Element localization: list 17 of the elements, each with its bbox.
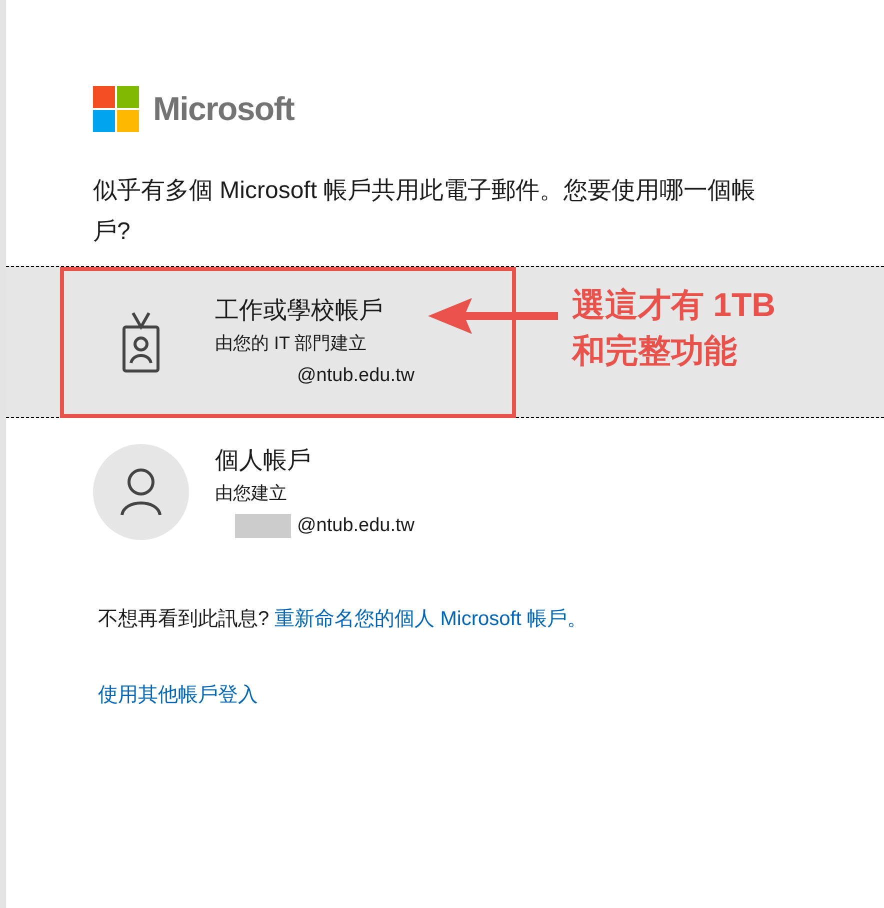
logo-wordmark: Microsoft bbox=[153, 89, 294, 129]
id-badge-icon bbox=[121, 310, 161, 372]
prompt-text: 似乎有多個 Microsoft 帳戶共用此電子郵件。您要使用哪一個帳戶? bbox=[92, 176, 757, 246]
person-icon bbox=[119, 466, 163, 516]
account-title: 工作或學校帳戶 bbox=[215, 296, 384, 326]
account-subtitle: 由您建立 bbox=[215, 482, 288, 504]
rename-account-link[interactable]: 重新命名您的個人 Microsoft 帳戶。 bbox=[274, 608, 587, 630]
account-email: @ntub.edu.tw bbox=[297, 514, 415, 538]
windows-logo-icon bbox=[93, 86, 139, 132]
account-title: 個人帳戶 bbox=[215, 446, 312, 476]
account-email: @ntub.edu.tw bbox=[297, 364, 415, 388]
account-subtitle: 由您的 IT 部門建立 bbox=[215, 332, 368, 354]
other-account-link[interactable]: 使用其他帳戶登入 bbox=[98, 680, 258, 710]
annotation-text: 選這才有 1TB bbox=[572, 285, 776, 325]
message-text: 不想再看到此訊息? 重新命名您的個人 Microsoft 帳戶。 bbox=[97, 606, 588, 632]
redaction bbox=[235, 514, 291, 538]
annotation-text: 和完整功能 bbox=[572, 331, 738, 371]
